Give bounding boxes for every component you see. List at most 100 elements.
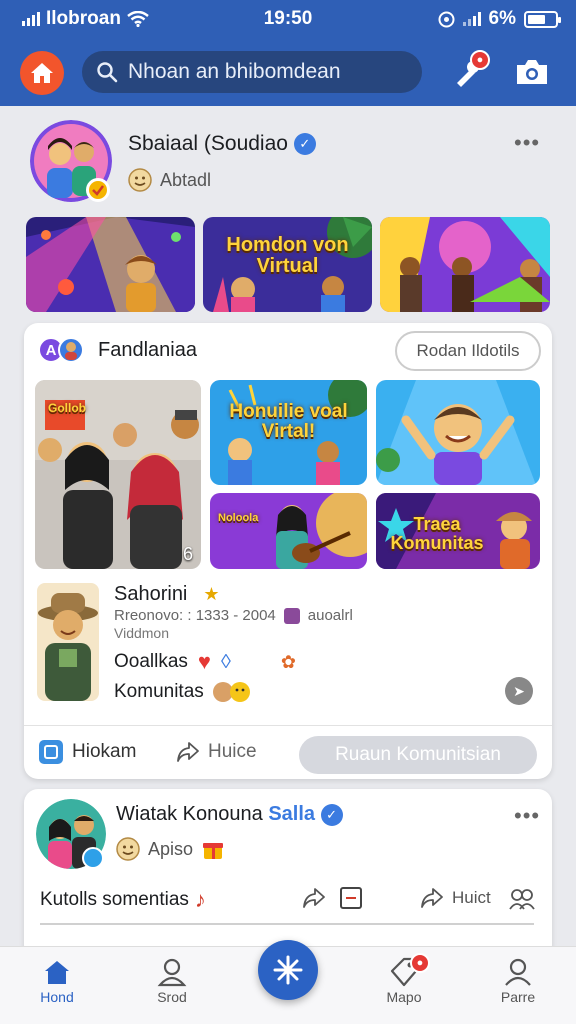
post1-tile2-caption: Homdon von Virtual [226,234,349,277]
nav-search-label: Srod [157,989,187,1005]
happy-kid-image [376,380,540,485]
chat-square-icon [39,740,63,764]
post-3-card: Wiatak Konouna Salla ✓ Apiso ••• Kutolls… [24,789,552,959]
post1-tile-1[interactable] [26,217,195,312]
group-photo-komunitas-caption: Traea Komunitas [390,514,484,553]
heart-icon: ♥ [197,649,211,674]
post3-share-arrow-icon [421,888,443,908]
group-photo-virtual-caption: Honuilie voal Virtal! [229,401,348,442]
battery-percent: 6% [488,8,516,29]
group-photo-guitar-caption: Noloola [218,512,259,524]
party-scene-image [26,217,195,312]
post-2-card: A Fandlaniaa Rodan Ildotils Gollob 6 Hon… [24,323,552,779]
camera-icon [517,60,547,84]
hiokam-label: Hiokam [72,741,137,762]
share-arrow-icon [177,742,199,762]
profile-icon [505,958,531,986]
post1-name[interactable]: Sbaiaal (Soudiao [128,132,288,155]
next-arrow-icon[interactable]: ➤ [505,677,533,705]
camera-button[interactable] [512,52,552,92]
nav-profile[interactable]: Parre [478,955,558,1005]
details-button[interactable]: Rodan Ildotils [395,331,541,371]
group-name[interactable]: Fandlaniaa [98,339,197,362]
post3-share-action[interactable]: Huict [420,887,491,909]
drop-icon: ◊ [220,650,231,673]
member-meta-tag: auoalrl [307,607,353,624]
post1-more-icon[interactable]: ••• [514,130,540,156]
share-action[interactable]: Huice [176,741,257,763]
group-photo-kid[interactable] [376,380,540,485]
nav-profile-label: Parre [500,989,536,1005]
tag-icon [283,607,300,624]
post3-subtitle-row: Apiso [116,837,225,861]
post3-share-icon[interactable] [302,887,326,914]
notifications-button[interactable]: ● [448,50,490,92]
group-photo-banner: Gollob [48,401,86,415]
nav-maps[interactable]: ● Mapo [364,953,444,1005]
status-bar: Ilobroan 19:50 6% [0,0,576,38]
star-icon: ★ [203,584,220,604]
post3-name[interactable]: Wiatak Konouna [116,803,263,825]
divider [24,725,552,726]
member-line2: Komunitas [114,681,204,702]
post1-subtitle-row: Abtadl [128,168,211,192]
post3-share-label: Huict [452,888,491,907]
search-bar[interactable] [82,51,422,93]
member-meta-row: Rreonovo: : 1333 - 2004 auoalrl [114,607,353,624]
post3-caption: Kutolls somentias [40,889,189,910]
photo-count: 6 [182,544,193,564]
sparkle-plus-icon [273,955,303,985]
emoji-icon [212,682,250,702]
post3-name-accent: Salla [268,803,316,825]
post3-more-icon[interactable]: ••• [514,803,540,829]
member-line2-row: Komunitas [114,681,252,703]
group-photo-komunitas[interactable]: Traea Komunitas [376,493,540,569]
member-avatar[interactable] [37,583,99,701]
post1-name-row[interactable]: Sbaiaal (Soudiao ✓ [128,132,316,156]
member-line1-row: Ooallkas ♥ ◊ ✿ [114,649,296,675]
post1-tile-2[interactable]: Homdon von Virtual [203,217,372,312]
nav-home-label: Hond [40,989,74,1005]
create-post-button[interactable] [258,940,318,1000]
nav-maps-badge: ● [410,953,430,973]
smiley-icon [128,168,152,192]
group-photo-guitar[interactable]: Noloola [210,493,367,569]
music-note-icon: ♪ [194,887,206,912]
member-photo-image [37,583,99,701]
member-name[interactable]: Sahorini [114,583,187,606]
post3-group-icon[interactable] [508,887,536,916]
nav-home[interactable]: Hond [17,955,97,1005]
group-member-icon [58,337,84,363]
home-icon [45,961,69,984]
nav-maps-label: Mapo [386,989,422,1005]
post1-subtitle: Abtadl [160,169,212,190]
member-name-row[interactable]: Sahorini ★ [114,583,220,606]
group-photo-virtual[interactable]: Honuilie voal Virtal! [210,380,367,485]
home-logo-button[interactable] [20,51,64,95]
post3-name-row[interactable]: Wiatak Konouna Salla ✓ [116,803,343,826]
group-photo-main[interactable]: Gollob 6 [35,380,201,569]
post3-status-icon [82,847,104,869]
location-icon [438,11,455,27]
join-community-button[interactable]: Ruaun Komunitsian [299,736,537,774]
notification-badge: ● [470,50,490,70]
share-label: Huice [208,741,257,762]
post3-subtitle: Apiso [148,838,194,859]
nav-search[interactable]: Srod [132,955,212,1005]
post3-smiley-icon [116,837,140,861]
cellular-icon [462,12,481,26]
search-input[interactable] [128,60,398,84]
post3-caption-row: Kutolls somentias ♪ [40,887,206,913]
hiokam-action[interactable]: Hiokam [38,739,136,765]
post1-tile-3[interactable] [380,217,550,312]
guitar-player-image [210,493,367,569]
group-avatars: A [38,337,84,363]
dance-scene-image [380,217,550,312]
post3-save-icon[interactable] [340,887,362,909]
top-bar: Ilobroan 19:50 6% ● [0,0,576,106]
post3-verified-icon: ✓ [320,803,343,826]
house-icon [31,63,53,83]
battery-icon [524,10,561,28]
member-meta: Rreonovo: : 1333 - 2004 [114,607,276,624]
search-icon [97,62,118,83]
